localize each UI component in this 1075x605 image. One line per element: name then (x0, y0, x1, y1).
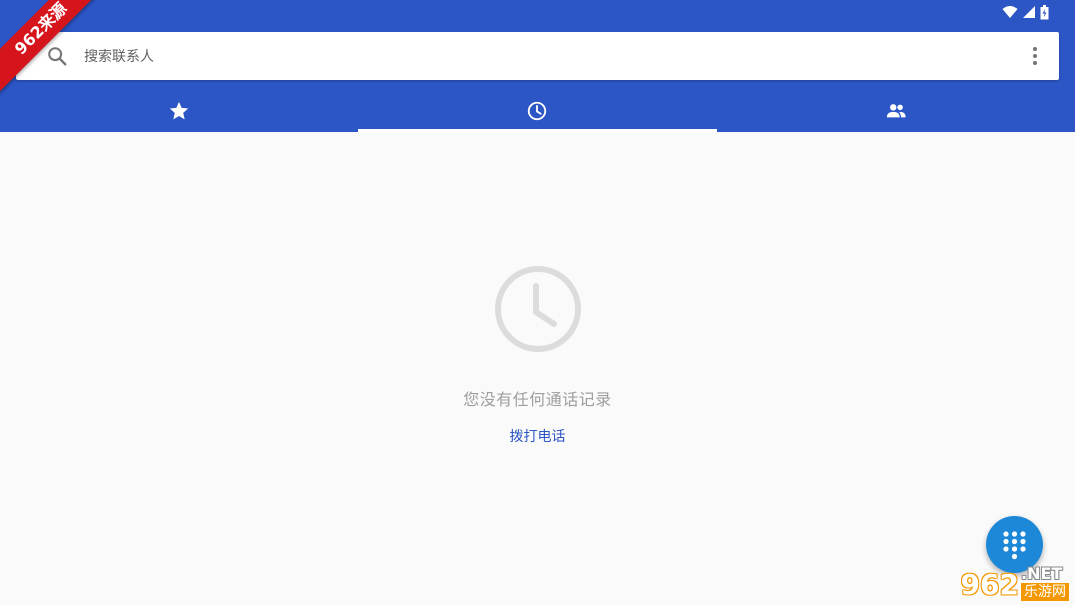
tab-bar (0, 89, 1075, 132)
search-icon (48, 47, 67, 66)
clock-icon (528, 101, 547, 120)
status-bar (1002, 4, 1049, 20)
make-call-link[interactable]: 拨打电话 (510, 426, 566, 446)
watermark-number: 962 (960, 568, 1019, 601)
wifi-icon (1002, 6, 1018, 18)
tab-recents[interactable] (358, 89, 717, 132)
watermark-site-name: 乐游网 (1021, 583, 1069, 601)
tab-favorites[interactable] (0, 89, 358, 132)
people-icon (886, 103, 906, 117)
signal-icon (1023, 6, 1035, 18)
star-icon (169, 101, 189, 119)
tab-contacts[interactable] (717, 89, 1075, 132)
empty-message: 您没有任何通话记录 (463, 390, 612, 409)
battery-icon (1040, 4, 1049, 19)
dialpad-icon (1003, 531, 1026, 560)
app-bar (0, 0, 1075, 132)
empty-state: 您没有任何通话记录 拨打电话 (0, 264, 1075, 446)
search-bar[interactable] (16, 32, 1059, 82)
watermark-logo: 962 .NET 乐游网 (961, 561, 1069, 601)
watermark-net: .NET (1021, 564, 1063, 583)
search-input[interactable] (82, 32, 966, 82)
more-options-icon[interactable] (1023, 44, 1047, 68)
clock-icon (494, 266, 581, 352)
